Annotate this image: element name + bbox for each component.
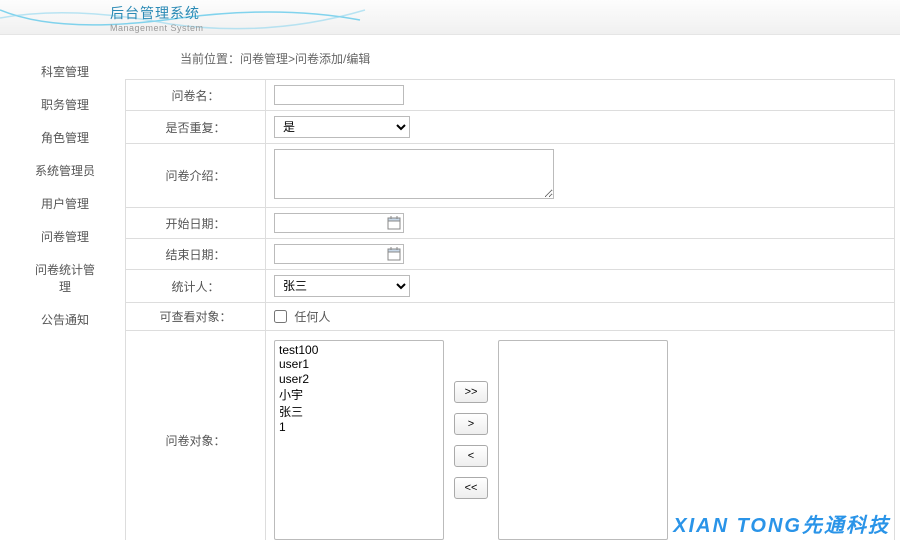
- label-desc: 问卷介绍：: [126, 144, 266, 208]
- move-right-button[interactable]: >: [454, 413, 488, 435]
- label-repeat: 是否重复：: [126, 111, 266, 144]
- calendar-icon[interactable]: [387, 216, 401, 230]
- breadcrumb-prefix: 当前位置：: [180, 52, 240, 66]
- sidebar-nav: 科室管理 职务管理 角色管理 系统管理员 用户管理 问卷管理 问卷统计管理 公告…: [30, 55, 100, 336]
- app-header: 后台管理系统 Management System: [0, 0, 900, 35]
- sidebar-item-survey[interactable]: 问卷管理: [30, 220, 100, 253]
- label-viewable: 可查看对象：: [126, 303, 266, 331]
- breadcrumb-path: 问卷管理>问卷添加/编辑: [240, 52, 370, 66]
- breadcrumb: 当前位置：问卷管理>问卷添加/编辑: [125, 50, 900, 67]
- end-date-input[interactable]: [274, 244, 404, 264]
- repeat-select[interactable]: 是否: [274, 116, 410, 138]
- move-all-left-button[interactable]: <<: [454, 477, 488, 499]
- label-survey-name: 问卷名：: [126, 80, 266, 111]
- anyone-checkbox[interactable]: [274, 310, 287, 323]
- sidebar-item-dept[interactable]: 科室管理: [30, 55, 100, 88]
- start-date-input[interactable]: [274, 213, 404, 233]
- watermark-text: XIAN TONG先通科技: [673, 509, 890, 538]
- label-target: 问卷对象：: [126, 331, 266, 540]
- anyone-label[interactable]: 任何人: [294, 310, 330, 324]
- survey-form-table: 问卷名： 是否重复： 是否 问卷介绍： 开始日期：: [125, 79, 895, 540]
- calendar-icon[interactable]: [387, 247, 401, 261]
- dest-list[interactable]: [498, 340, 668, 540]
- app-subtitle: Management System: [110, 23, 204, 33]
- label-end-date: 结束日期：: [126, 239, 266, 270]
- main-content: 当前位置：问卷管理>问卷添加/编辑 问卷名： 是否重复： 是否 问卷介绍： 开始…: [125, 50, 900, 540]
- sidebar-item-user[interactable]: 用户管理: [30, 187, 100, 220]
- sidebar-item-survey-stat[interactable]: 问卷统计管理: [30, 253, 100, 303]
- sidebar-item-notice[interactable]: 公告通知: [30, 303, 100, 336]
- statistician-select[interactable]: 张三: [274, 275, 410, 297]
- source-list[interactable]: test100user1user2小宇张三1: [274, 340, 444, 540]
- sidebar-item-job[interactable]: 职务管理: [30, 88, 100, 121]
- survey-name-input[interactable]: [274, 85, 404, 105]
- sidebar-item-role[interactable]: 角色管理: [30, 121, 100, 154]
- move-left-button[interactable]: <: [454, 445, 488, 467]
- label-start-date: 开始日期：: [126, 208, 266, 239]
- sidebar-item-admin[interactable]: 系统管理员: [30, 154, 100, 187]
- desc-textarea[interactable]: [274, 149, 554, 199]
- app-title: 后台管理系统: [110, 3, 204, 23]
- label-statistician: 统计人：: [126, 270, 266, 303]
- move-all-right-button[interactable]: >>: [454, 381, 488, 403]
